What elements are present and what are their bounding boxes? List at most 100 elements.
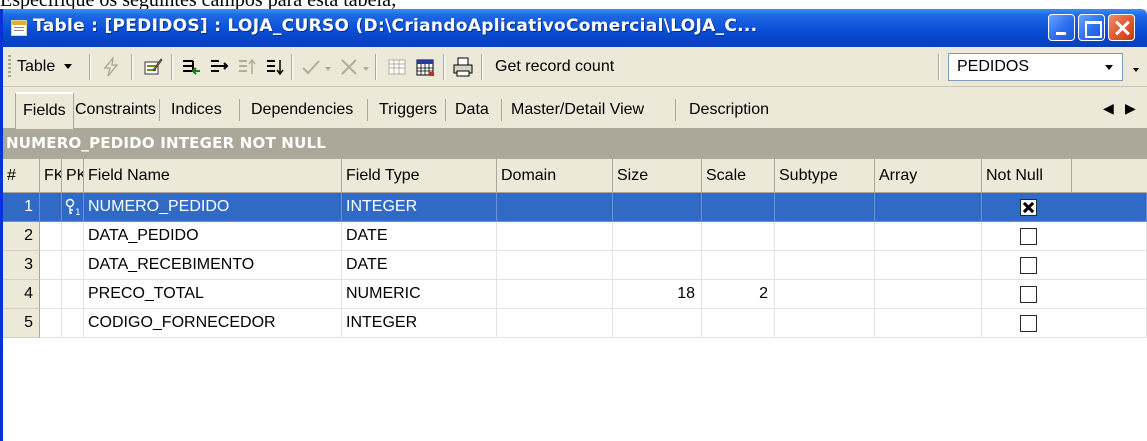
column-header-fk[interactable]: FK	[40, 159, 62, 193]
size-cell[interactable]	[613, 309, 702, 338]
fk-cell[interactable]	[40, 251, 62, 280]
column-header-field-name[interactable]: Field Name	[84, 159, 342, 193]
column-header-size[interactable]: Size	[613, 159, 702, 193]
scroll-right-icon[interactable]: ▶	[1125, 100, 1136, 117]
not-null-cell[interactable]	[982, 309, 1147, 338]
insert-field-icon[interactable]	[181, 57, 201, 77]
toolbar-overflow-icon[interactable]	[1131, 64, 1143, 76]
chevron-down-icon[interactable]	[1098, 56, 1120, 78]
tab-triggers[interactable]: Triggers	[379, 97, 437, 123]
pk-cell[interactable]	[62, 222, 84, 251]
field-name-cell[interactable]: DATA_PEDIDO	[84, 222, 342, 251]
add-field-icon[interactable]	[209, 57, 229, 77]
column-header-scale[interactable]: Scale	[702, 159, 775, 193]
not-null-cell[interactable]	[982, 251, 1147, 280]
title-bar[interactable]: Table : [PEDIDOS] : LOJA_CURSO (D:\Crian…	[3, 9, 1147, 47]
edit-icon[interactable]	[143, 57, 163, 77]
subtype-cell[interactable]	[775, 222, 875, 251]
table-row[interactable]: 4 PRECO_TOTAL NUMERIC 18 2	[3, 280, 1147, 309]
table-menu-button[interactable]: Table	[17, 53, 72, 81]
size-cell[interactable]	[613, 251, 702, 280]
domain-cell[interactable]	[497, 280, 613, 309]
not-null-checkbox[interactable]	[1020, 199, 1037, 216]
commit-icon[interactable]	[301, 57, 321, 77]
field-type-cell[interactable]: DATE	[342, 251, 497, 280]
subtype-cell[interactable]	[775, 309, 875, 338]
not-null-checkbox[interactable]	[1020, 286, 1037, 303]
size-cell[interactable]	[613, 222, 702, 251]
column-header-field-type[interactable]: Field Type	[342, 159, 497, 193]
fields-grid[interactable]: # FK PK Field Name Field Type Domain Siz…	[3, 159, 1147, 441]
not-null-checkbox[interactable]	[1020, 257, 1037, 274]
maximize-button[interactable]	[1078, 14, 1105, 41]
tab-indices[interactable]: Indices	[171, 97, 222, 123]
tab-data[interactable]: Data	[455, 97, 489, 123]
table-row[interactable]: 5 CODIGO_FORNECEDOR INTEGER	[3, 309, 1147, 338]
table-row[interactable]: 3 DATA_RECEBIMENTO DATE	[3, 251, 1147, 280]
table-row[interactable]: 2 DATA_PEDIDO DATE	[3, 222, 1147, 251]
pk-cell[interactable]	[62, 309, 84, 338]
subtype-cell[interactable]	[775, 193, 875, 222]
domain-cell[interactable]	[497, 251, 613, 280]
lightning-icon[interactable]	[101, 57, 121, 77]
chevron-down-icon[interactable]	[363, 57, 369, 77]
field-type-cell[interactable]: INTEGER	[342, 309, 497, 338]
grid-icon[interactable]	[387, 57, 407, 77]
array-cell[interactable]	[875, 193, 982, 222]
chevron-down-icon[interactable]	[325, 57, 331, 77]
not-null-checkbox[interactable]	[1020, 315, 1037, 332]
column-header-number[interactable]: #	[3, 159, 40, 193]
not-null-cell[interactable]	[982, 280, 1147, 309]
field-name-cell[interactable]: NUMERO_PEDIDO	[84, 193, 342, 222]
fk-cell[interactable]	[40, 280, 62, 309]
fk-cell[interactable]	[40, 222, 62, 251]
not-null-checkbox[interactable]	[1020, 228, 1037, 245]
scale-cell[interactable]: 2	[702, 280, 775, 309]
subtype-cell[interactable]	[775, 251, 875, 280]
array-cell[interactable]	[875, 309, 982, 338]
array-cell[interactable]	[875, 222, 982, 251]
tab-dependencies[interactable]: Dependencies	[251, 97, 353, 123]
column-header-pk[interactable]: PK	[62, 159, 84, 193]
field-type-cell[interactable]: NUMERIC	[342, 280, 497, 309]
fk-cell[interactable]	[40, 309, 62, 338]
field-name-cell[interactable]: CODIGO_FORNECEDOR	[84, 309, 342, 338]
tab-fields[interactable]: Fields	[15, 92, 74, 129]
column-header-domain[interactable]: Domain	[497, 159, 613, 193]
scale-cell[interactable]	[702, 251, 775, 280]
array-cell[interactable]	[875, 251, 982, 280]
get-record-count-button[interactable]: Get record count	[495, 53, 614, 81]
column-header-array[interactable]: Array	[875, 159, 982, 193]
tab-constraints[interactable]: Constraints	[75, 97, 156, 123]
print-icon[interactable]	[453, 57, 473, 77]
tab-description[interactable]: Description	[689, 97, 769, 123]
pk-cell[interactable]	[62, 251, 84, 280]
scale-cell[interactable]	[702, 222, 775, 251]
move-down-icon[interactable]	[265, 57, 285, 77]
tab-master-detail-view[interactable]: Master/Detail View	[511, 97, 644, 123]
rollback-icon[interactable]	[339, 57, 359, 77]
toolbar-grip-icon[interactable]	[8, 55, 11, 79]
not-null-cell[interactable]	[982, 222, 1147, 251]
column-header-not-null[interactable]: Not Null	[982, 159, 1072, 193]
fk-cell[interactable]	[40, 193, 62, 222]
pk-cell[interactable]	[62, 280, 84, 309]
field-type-cell[interactable]: DATE	[342, 222, 497, 251]
calendar-icon[interactable]	[415, 57, 435, 77]
domain-cell[interactable]	[497, 309, 613, 338]
domain-cell[interactable]	[497, 222, 613, 251]
array-cell[interactable]	[875, 280, 982, 309]
size-cell[interactable]	[613, 193, 702, 222]
domain-cell[interactable]	[497, 193, 613, 222]
field-type-cell[interactable]: INTEGER	[342, 193, 497, 222]
table-selector[interactable]: PEDIDOS	[948, 53, 1123, 81]
subtype-cell[interactable]	[775, 280, 875, 309]
size-cell[interactable]: 18	[613, 280, 702, 309]
minimize-button[interactable]	[1048, 14, 1075, 41]
close-button[interactable]	[1108, 14, 1135, 41]
move-up-icon[interactable]	[237, 57, 257, 77]
scale-cell[interactable]	[702, 193, 775, 222]
field-name-cell[interactable]: DATA_RECEBIMENTO	[84, 251, 342, 280]
table-row[interactable]: 1 1 NUMERO_PEDIDO INTEGER	[3, 193, 1147, 222]
not-null-cell[interactable]	[982, 193, 1147, 222]
